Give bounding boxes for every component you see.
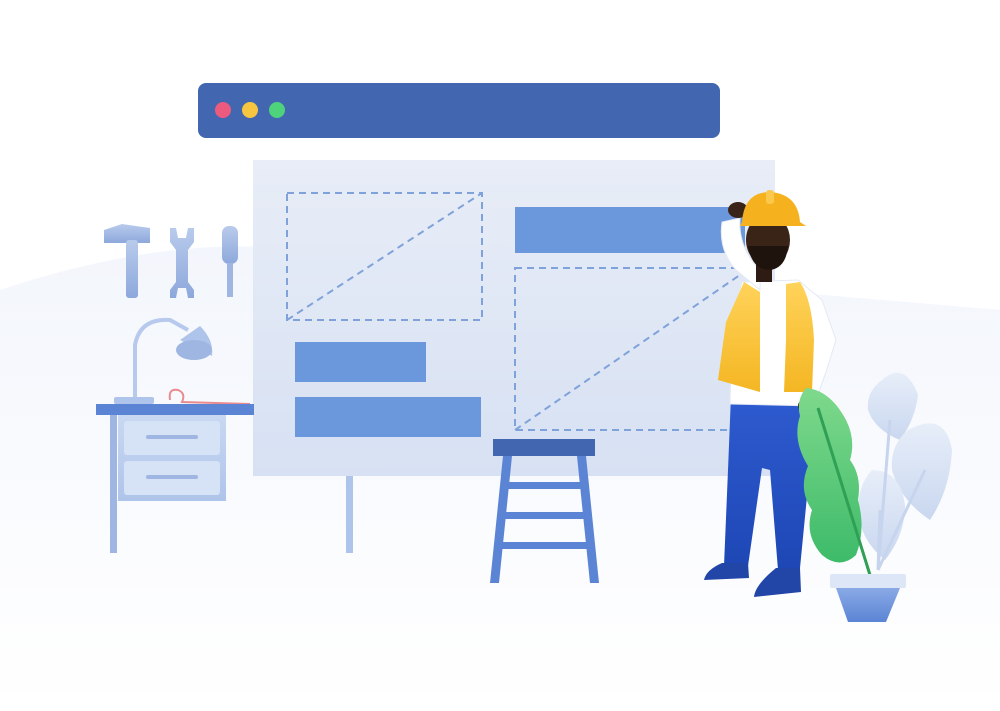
browser-titlebar (198, 83, 720, 138)
under-construction-illustration (0, 0, 1000, 711)
wireframe-panel (253, 160, 775, 476)
close-dot-icon (215, 102, 231, 118)
text-block-short (295, 342, 426, 382)
text-block-long (295, 397, 481, 437)
illustration-canvas (0, 83, 1000, 711)
board-leg (346, 475, 353, 553)
header-block-right (515, 207, 745, 253)
minimize-dot-icon (242, 102, 258, 118)
maximize-dot-icon (269, 102, 285, 118)
